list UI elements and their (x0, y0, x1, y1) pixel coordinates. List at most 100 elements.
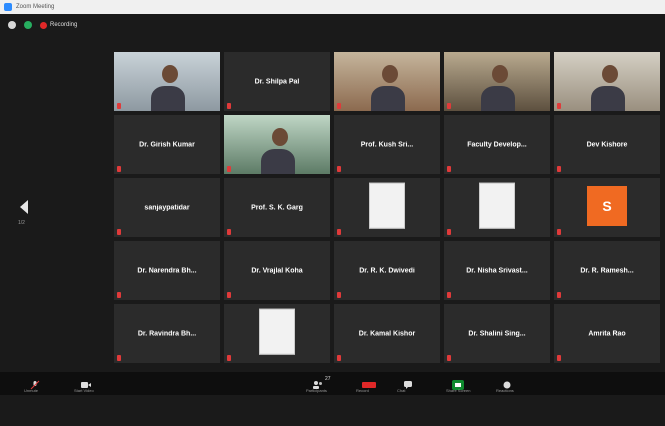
participant-tile[interactable] (334, 52, 440, 111)
muted-mic-icon (447, 229, 451, 235)
record-button[interactable]: Record (356, 377, 376, 393)
participant-tile[interactable]: Dr. Girish Kumar (114, 115, 220, 174)
participant-name: Amrita Rao (588, 330, 626, 337)
participant-name: Faculty Develop... (467, 141, 527, 148)
unmute-button[interactable]: Unmute (24, 377, 40, 393)
participant-name: Dr. Ravindra Bh... (137, 330, 197, 337)
person-silhouette (491, 64, 508, 83)
recording-indicator[interactable]: Recording (40, 21, 78, 29)
person-body (481, 86, 516, 111)
muted-mic-icon (447, 103, 451, 109)
participant-tile[interactable] (224, 304, 330, 363)
start-video-label: Start Video (74, 388, 94, 393)
participants-label: Participants (306, 388, 327, 393)
start-video-button[interactable]: Start Video (74, 377, 94, 393)
person-body (151, 86, 186, 111)
participant-tile[interactable] (224, 115, 330, 174)
participant-name: Dev Kishore (586, 141, 628, 148)
participant-tile[interactable]: Amrita Rao (554, 304, 660, 363)
participants-button[interactable]: 27 Participants (306, 376, 331, 393)
participant-tile[interactable] (554, 52, 660, 111)
participant-tile[interactable]: Dr. Vrajlal Koha (224, 241, 330, 300)
record-label: Record (356, 388, 369, 393)
participant-name: Dr. R. Ramesh... (580, 267, 634, 274)
muted-mic-icon (557, 292, 561, 298)
share-screen-button[interactable]: Share Screen (446, 377, 470, 393)
participant-tile[interactable]: Dr. Nisha Srivast... (444, 241, 550, 300)
recording-dot-icon (40, 21, 47, 29)
muted-mic-icon (557, 229, 561, 235)
participant-video (114, 52, 220, 111)
recording-label: Recording (50, 22, 78, 28)
avatar: S (587, 185, 627, 226)
participant-video (334, 52, 440, 111)
reactions-button[interactable]: Reactions (496, 377, 514, 393)
person-body (591, 86, 626, 111)
participant-count: 27 (325, 376, 331, 382)
person-silhouette (271, 127, 288, 146)
participant-name: Dr. Vrajlal Koha (251, 267, 303, 274)
participant-name: Dr. Girish Kumar (139, 141, 195, 148)
participant-tile[interactable]: Dr. Ravindra Bh... (114, 304, 220, 363)
participant-tile[interactable]: S (554, 178, 660, 237)
participant-tile[interactable]: Dr. Kamal Kishor (334, 304, 440, 363)
participant-tile[interactable]: Prof. S. K. Garg (224, 178, 330, 237)
profile-picture (259, 308, 295, 355)
muted-mic-icon (227, 229, 231, 235)
muted-mic-icon (557, 355, 561, 361)
window-title: Zoom Meeting (16, 4, 55, 10)
participant-tile[interactable] (114, 52, 220, 111)
chat-button[interactable]: Chat (397, 377, 413, 393)
chat-label: Chat (397, 388, 406, 393)
participant-tile[interactable]: Dr. R. K. Dwivedi (334, 241, 440, 300)
security-shield-icon[interactable] (24, 21, 32, 29)
participant-tile[interactable]: sanjaypatidar (114, 178, 220, 237)
participant-video (554, 52, 660, 111)
muted-mic-icon (337, 292, 341, 298)
participant-gallery: Dr. Shilpa Pal Dr. Girish Kumar Prof. Kush… (114, 52, 660, 426)
muted-mic-icon (337, 103, 341, 109)
muted-mic-icon (447, 355, 451, 361)
participant-name: Prof. S. K. Garg (251, 204, 303, 211)
person-silhouette (601, 64, 618, 83)
participant-tile[interactable]: Dr. Shilpa Pal (224, 52, 330, 111)
unmute-label: Unmute (24, 388, 39, 393)
muted-mic-icon (447, 166, 451, 172)
participant-video (444, 52, 550, 111)
page-indicator: 1/2 (18, 220, 25, 226)
participant-video (224, 115, 330, 174)
participant-tile[interactable] (444, 52, 550, 111)
muted-mic-icon (227, 292, 231, 298)
zoom-app-icon (4, 3, 12, 11)
previous-page-arrow-icon[interactable] (20, 200, 28, 214)
muted-mic-icon (227, 355, 231, 361)
participant-tile[interactable]: Prof. Kush Sri... (334, 115, 440, 174)
participant-name: Prof. Kush Sri... (360, 141, 414, 148)
muted-mic-icon (337, 229, 341, 235)
participant-tile[interactable]: Dev Kishore (554, 115, 660, 174)
meeting-info-icon[interactable] (8, 21, 16, 29)
participant-tile[interactable]: Faculty Develop... (444, 115, 550, 174)
participant-tile[interactable] (334, 178, 440, 237)
participant-name: Dr. Narendra Bh... (137, 267, 197, 274)
muted-mic-icon (117, 103, 121, 109)
share-screen-label: Share Screen (446, 388, 471, 393)
participant-tile[interactable]: Dr. R. Ramesh... (554, 241, 660, 300)
participant-tile[interactable]: Dr. Narendra Bh... (114, 241, 220, 300)
muted-mic-icon (117, 292, 121, 298)
participant-tile[interactable]: Dr. Shalini Sing... (444, 304, 550, 363)
participant-tile[interactable] (444, 178, 550, 237)
profile-picture (369, 182, 405, 229)
muted-mic-icon (337, 355, 341, 361)
person-silhouette (381, 64, 398, 83)
person-body (371, 86, 406, 111)
muted-mic-icon (117, 166, 121, 172)
participant-name: Dr. R. K. Dwivedi (359, 267, 415, 274)
muted-mic-icon (117, 355, 121, 361)
participant-name: Dr. Nisha Srivast... (466, 267, 528, 274)
muted-mic-icon (117, 229, 121, 235)
meeting-toolbar: Unmute Start Video 27 Participants Recor… (0, 372, 665, 395)
participant-name: Dr. Kamal Kishor (358, 330, 416, 337)
participant-name: Dr. Shilpa Pal (254, 78, 300, 85)
participant-name: Dr. Shalini Sing... (468, 330, 526, 337)
